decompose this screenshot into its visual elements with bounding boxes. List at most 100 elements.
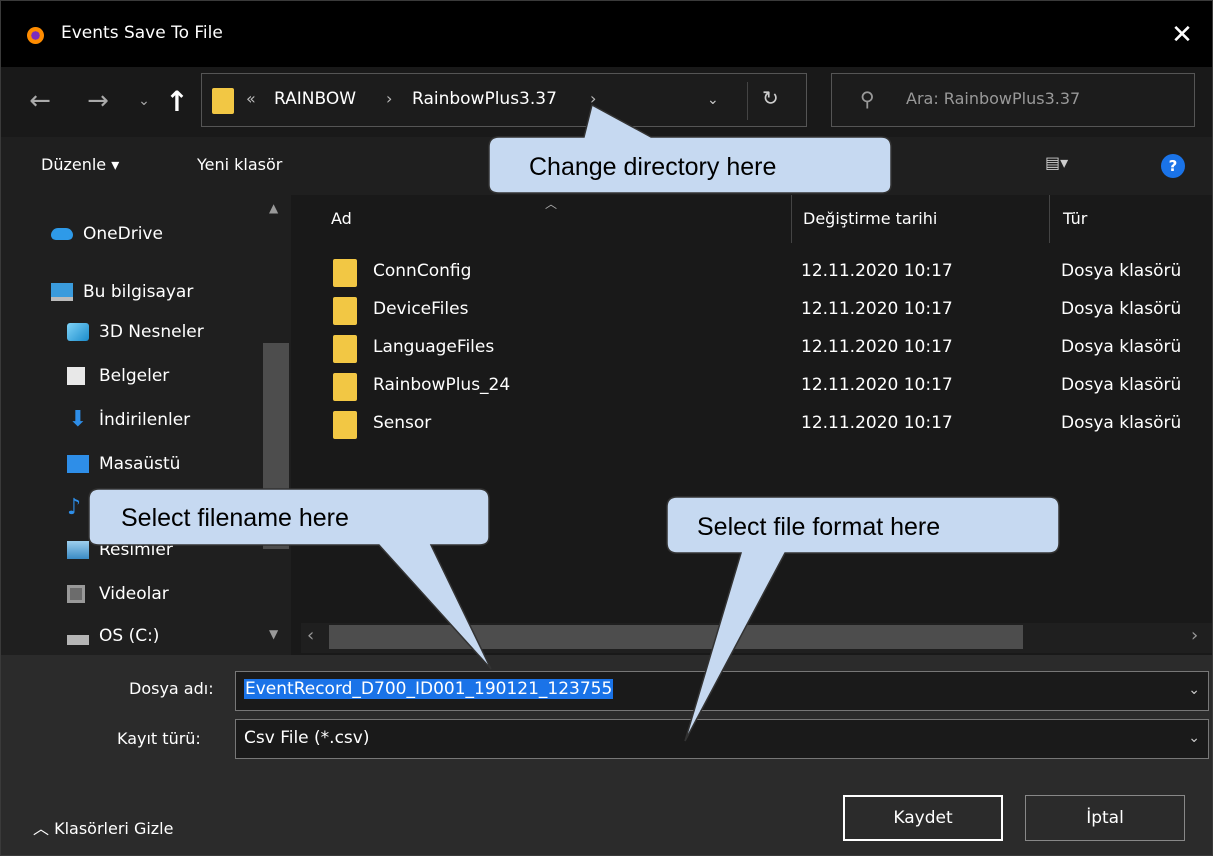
table-row[interactable]: DeviceFiles 12.11.2020 10:17 Dosya klasö… — [333, 291, 1213, 327]
cloud-icon — [51, 228, 73, 240]
drive-icon — [67, 635, 89, 645]
sidebar-item-pictures[interactable]: Resimler — [67, 535, 173, 565]
toolbar: Düzenle ▾ Yeni klasör ▤▾ ? — [1, 137, 1212, 195]
sidebar-item-desktop[interactable]: Masaüstü — [67, 449, 180, 479]
search-icon: ⚲ — [860, 87, 875, 111]
folder-icon — [333, 411, 357, 439]
forward-button[interactable]: → — [81, 81, 115, 121]
navigation-row: ← → ⌄ ↑ « RAINBOW › RainbowPlus3.37 › ⌄ … — [1, 67, 1212, 137]
table-row[interactable]: RainbowPlus_24 12.11.2020 10:17 Dosya kl… — [333, 367, 1213, 403]
folder-icon — [212, 88, 234, 114]
column-header-type[interactable]: Tür — [1063, 209, 1087, 228]
file-list: ︿ Ad Değiştirme tarihi Tür ConnConfig 12… — [301, 195, 1212, 625]
sidebar-item-label: 3D Nesneler — [99, 322, 204, 342]
close-button[interactable]: ✕ — [1160, 13, 1204, 57]
chevron-down-icon[interactable]: ⌄ — [707, 92, 719, 108]
hide-folders-label: Klasörleri Gizle — [54, 819, 174, 838]
desktop-icon — [67, 455, 89, 473]
file-type: Dosya klasörü — [1061, 413, 1182, 433]
sidebar-scrollbar[interactable]: ▲ ▼ — [263, 195, 289, 655]
file-type: Dosya klasörü — [1061, 261, 1182, 281]
sidebar-item-label: Videolar — [99, 584, 169, 604]
filename-label: Dosya adı: — [129, 679, 214, 698]
scrollbar-thumb[interactable] — [329, 625, 1023, 649]
folder-icon — [333, 259, 357, 287]
address-bar[interactable]: « RAINBOW › RainbowPlus3.37 › ⌄ ↻ — [201, 73, 807, 127]
sidebar-item-onedrive[interactable]: OneDrive — [51, 219, 163, 249]
chevron-right-icon[interactable]: › — [1191, 625, 1198, 646]
folder-icon — [333, 297, 357, 325]
table-row[interactable]: Sensor 12.11.2020 10:17 Dosya klasörü — [333, 405, 1213, 441]
file-type: Dosya klasörü — [1061, 337, 1182, 357]
sidebar-item-documents[interactable]: Belgeler — [67, 361, 169, 391]
new-folder-button[interactable]: Yeni klasör — [197, 155, 282, 174]
folder-icon — [333, 335, 357, 363]
save-button[interactable]: Kaydet — [843, 795, 1003, 841]
sidebar-item-label: Masaüstü — [99, 454, 181, 474]
folder-icon — [333, 373, 357, 401]
sidebar-item-label: OneDrive — [83, 224, 163, 244]
chevron-down-icon[interactable]: ▼ — [269, 627, 278, 641]
file-name: LanguageFiles — [373, 337, 495, 357]
sidebar-item-label: Müzik — [99, 498, 148, 518]
help-icon[interactable]: ? — [1161, 154, 1185, 178]
sidebar-item-3d-objects[interactable]: 3D Nesneler — [67, 317, 204, 347]
refresh-icon[interactable]: ↻ — [762, 86, 779, 110]
video-icon — [67, 585, 85, 603]
navigation-pane: OneDrive Bu bilgisayar 3D Nesneler Belge… — [1, 195, 291, 655]
sort-ascending-icon: ︿ — [545, 197, 558, 211]
sidebar-item-downloads[interactable]: ⬇ İndirilenler — [67, 405, 190, 435]
file-type: Dosya klasörü — [1061, 299, 1182, 319]
back-button[interactable]: ← — [23, 81, 57, 121]
search-placeholder: Ara: RainbowPlus3.37 — [906, 89, 1081, 108]
sidebar-item-videos[interactable]: Videolar — [67, 579, 169, 609]
up-folder-button[interactable]: ↑ — [161, 81, 193, 121]
save-dialog: Events Save To File ✕ ← → ⌄ ↑ « RAINBOW … — [0, 0, 1213, 856]
recent-locations-button[interactable]: ⌄ — [133, 81, 155, 121]
column-divider[interactable] — [1049, 195, 1050, 243]
search-input[interactable]: ⚲ Ara: RainbowPlus3.37 — [831, 73, 1195, 127]
organize-button[interactable]: Düzenle ▾ — [41, 155, 119, 174]
breadcrumb-rainbow[interactable]: RAINBOW — [274, 89, 356, 109]
table-row[interactable]: LanguageFiles 12.11.2020 10:17 Dosya kla… — [333, 329, 1213, 365]
scrollbar-thumb[interactable] — [263, 343, 289, 549]
address-divider — [747, 82, 748, 120]
table-row[interactable]: ConnConfig 12.11.2020 10:17 Dosya klasör… — [333, 253, 1213, 289]
download-icon: ⬇ — [68, 407, 88, 432]
filetype-select[interactable]: Csv File (*.csv) ⌄ — [235, 719, 1209, 759]
column-header-date[interactable]: Değiştirme tarihi — [803, 209, 937, 228]
view-options-icon[interactable]: ▤▾ — [1045, 153, 1068, 172]
sidebar-item-os-drive[interactable]: OS (C:) — [67, 621, 159, 651]
filetype-label: Kayıt türü: — [117, 729, 201, 748]
chevron-down-icon[interactable]: ⌄ — [1188, 730, 1200, 746]
chevron-down-icon[interactable]: ⌄ — [1188, 682, 1200, 698]
sidebar-item-this-pc[interactable]: Bu bilgisayar — [51, 277, 193, 307]
sidebar-item-label: OS (C:) — [99, 626, 160, 646]
sidebar-item-label: Bu bilgisayar — [83, 282, 194, 302]
title-bar: Events Save To File ✕ — [1, 1, 1212, 67]
breadcrumb-overflow[interactable]: « — [246, 89, 256, 108]
cancel-button[interactable]: İptal — [1025, 795, 1185, 841]
chevron-up-icon[interactable]: ▲ — [269, 201, 278, 215]
filename-field[interactable]: EventRecord_D700_ID001_190121_123755 ⌄ — [235, 671, 1209, 711]
sidebar-item-music[interactable]: ♪ Müzik — [67, 493, 148, 523]
hide-folders-button[interactable]: ︿ Klasörleri Gizle — [33, 815, 173, 839]
file-name: ConnConfig — [373, 261, 472, 281]
music-icon: ♪ — [67, 495, 82, 520]
file-name: Sensor — [373, 413, 432, 433]
breadcrumb-separator: › — [386, 89, 393, 108]
file-name: DeviceFiles — [373, 299, 469, 319]
pictures-icon — [67, 541, 89, 559]
file-date: 12.11.2020 10:17 — [801, 337, 953, 357]
file-date: 12.11.2020 10:17 — [801, 413, 953, 433]
column-divider[interactable] — [791, 195, 792, 243]
filetype-value: Csv File (*.csv) — [244, 728, 370, 748]
cube-icon — [67, 323, 89, 341]
chevron-up-icon: ︿ — [33, 819, 55, 838]
chevron-left-icon[interactable]: ‹ — [307, 625, 314, 646]
horizontal-scrollbar[interactable]: ‹ › — [301, 623, 1212, 653]
filename-value[interactable]: EventRecord_D700_ID001_190121_123755 — [244, 679, 614, 699]
sidebar-item-label: Resimler — [99, 540, 173, 560]
column-header-name[interactable]: Ad — [331, 209, 352, 228]
breadcrumb-rainbowplus[interactable]: RainbowPlus3.37 — [412, 89, 557, 109]
